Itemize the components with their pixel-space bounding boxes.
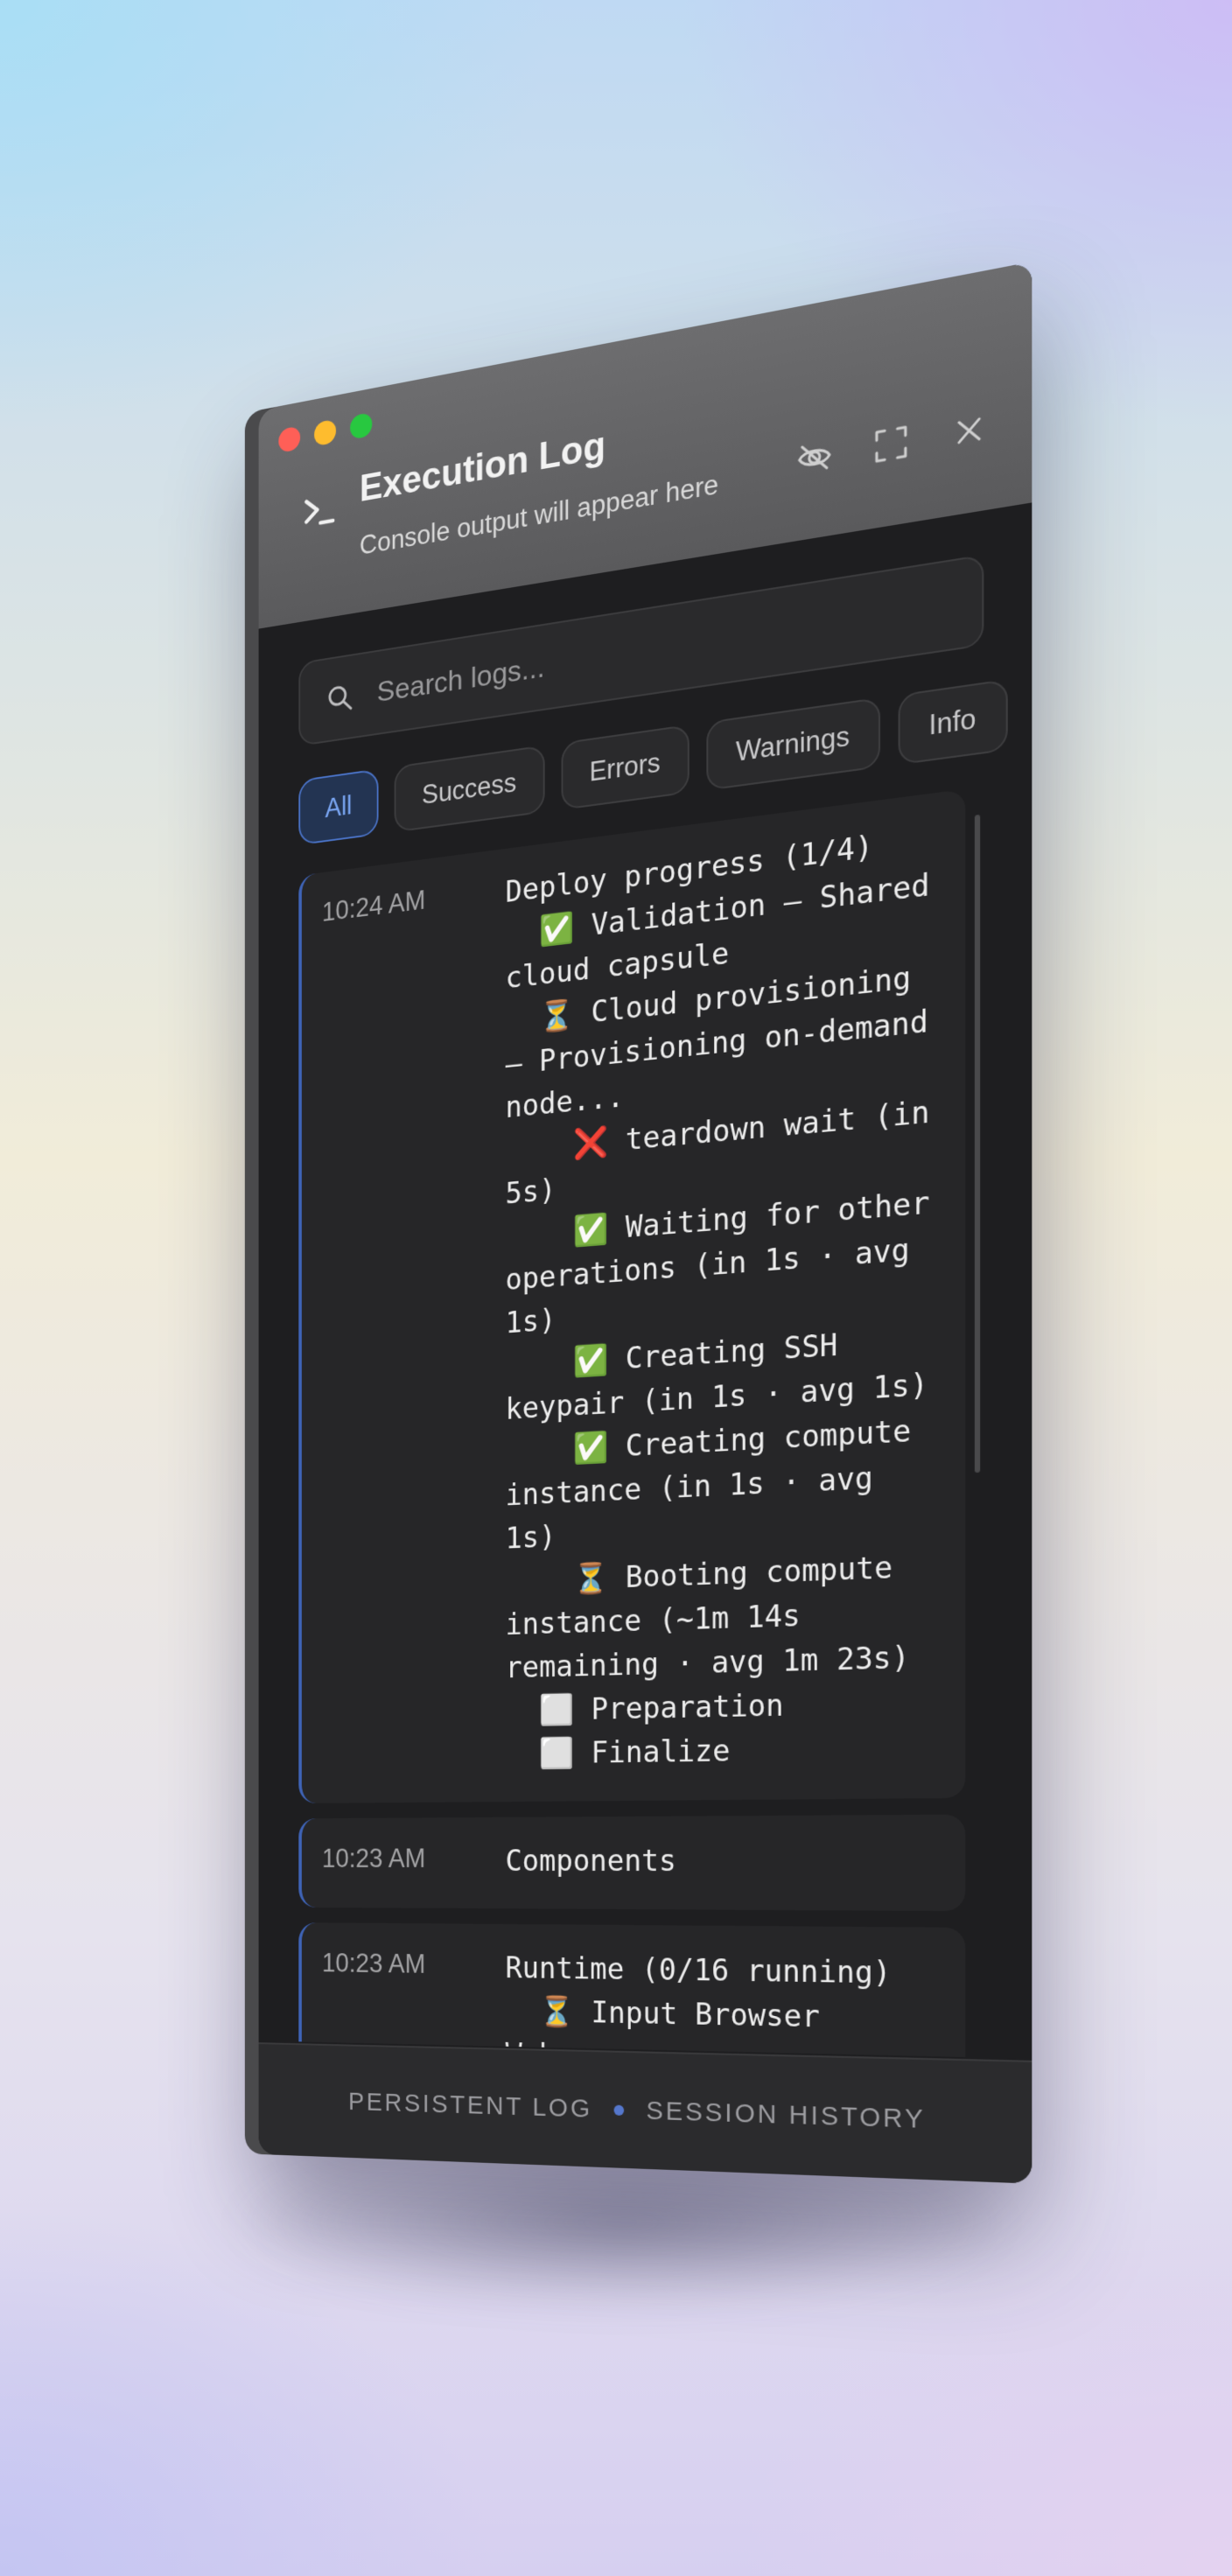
- log-timestamp: 10:23 AM: [321, 1843, 426, 1873]
- search-input[interactable]: [374, 586, 951, 710]
- hide-log-button[interactable]: [795, 434, 834, 480]
- close-icon: [955, 414, 984, 448]
- close-window-button[interactable]: [278, 425, 301, 453]
- terminal-icon: [302, 487, 340, 536]
- minimize-window-button[interactable]: [314, 418, 337, 447]
- scrollbar-thumb[interactable]: [974, 814, 981, 1474]
- log-list[interactable]: 10:24 AM Deploy progress (1/4) ✅ Validat…: [298, 787, 984, 2058]
- close-log-button[interactable]: [949, 407, 990, 454]
- stage: Execution Log Console output will appear…: [0, 0, 1232, 2576]
- window-controls: [278, 411, 373, 453]
- filter-all[interactable]: All: [298, 768, 379, 846]
- filter-success[interactable]: Success: [395, 745, 545, 833]
- log-message: Components: [505, 1843, 676, 1880]
- zoom-window-button[interactable]: [350, 411, 373, 440]
- fullscreen-icon: [874, 424, 908, 465]
- execution-log-window: Execution Log Console output will appear…: [258, 262, 1032, 2184]
- log-entry[interactable]: 10:24 AM Deploy progress (1/4) ✅ Validat…: [298, 788, 966, 1804]
- log-timestamp: 10:24 AM: [321, 885, 426, 928]
- filter-warnings[interactable]: Warnings: [706, 696, 880, 791]
- filter-info[interactable]: Info: [898, 678, 1008, 766]
- footer-persistent-log: PERSISTENT LOG: [348, 2087, 592, 2124]
- log-message: Runtime (0/16 running) ⏳ Input Browser W…: [505, 1950, 892, 2058]
- eye-off-icon: [796, 436, 833, 480]
- log-footer: PERSISTENT LOG SESSION HISTORY: [258, 2042, 1032, 2184]
- search-icon: [326, 682, 353, 714]
- footer-separator-dot: [613, 2104, 625, 2116]
- title-actions: [795, 407, 990, 480]
- log-timestamp: 10:23 AM: [321, 1948, 426, 1979]
- fullscreen-button[interactable]: [872, 421, 911, 467]
- filter-errors[interactable]: Errors: [561, 724, 690, 811]
- log-entry[interactable]: 10:23 AM Runtime (0/16 running) ⏳ Input …: [298, 1922, 966, 2058]
- footer-session-history: SESSION HISTORY: [646, 2096, 926, 2135]
- log-panel: All Success Errors Warnings Info 10:24 A…: [259, 502, 1032, 2058]
- log-message: Deploy progress (1/4) ✅ Validation — Sha…: [505, 829, 930, 1772]
- log-entry[interactable]: 10:23 AM Components: [298, 1814, 966, 1912]
